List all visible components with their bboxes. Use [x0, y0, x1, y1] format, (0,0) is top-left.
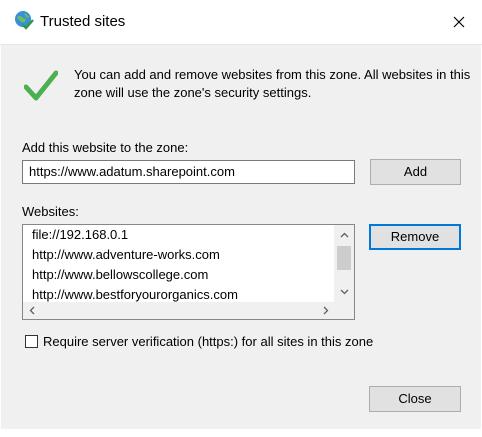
chevron-down-icon: [340, 289, 348, 295]
list-item[interactable]: http://www.adventure-works.com: [23, 245, 335, 265]
scroll-up-button[interactable]: [334, 225, 354, 245]
https-verification-label[interactable]: Require server verification (https:) for…: [43, 334, 373, 349]
window-close-button[interactable]: [436, 0, 482, 44]
scroll-left-button[interactable]: [23, 302, 41, 319]
vertical-scroll-thumb[interactable]: [337, 246, 351, 270]
dialog-title: Trusted sites: [40, 13, 126, 30]
info-text: You can add and remove websites from thi…: [74, 67, 471, 100]
website-url-input[interactable]: https://www.adatum.sharepoint.com: [22, 160, 355, 184]
scroll-right-button[interactable]: [317, 302, 335, 319]
close-icon: [453, 16, 465, 28]
websites-label: Websites:: [22, 204, 79, 219]
globe-checkmark-icon: [15, 11, 34, 30]
chevron-left-icon: [29, 306, 35, 315]
vertical-scrollbar[interactable]: [334, 225, 354, 303]
title-bar: Trusted sites: [0, 0, 482, 45]
https-verification-checkbox[interactable]: [25, 335, 38, 348]
list-item[interactable]: file://192.168.0.1: [23, 225, 335, 245]
remove-button[interactable]: Remove: [369, 224, 461, 250]
scroll-down-button[interactable]: [334, 282, 354, 302]
list-item[interactable]: http://www.bestforyourorganics.com: [23, 285, 335, 303]
chevron-right-icon: [323, 306, 329, 315]
chevron-up-icon: [340, 232, 348, 238]
list-item[interactable]: http://www.bellowscollege.com: [23, 265, 335, 285]
scroll-corner: [334, 302, 354, 319]
green-checkmark-icon: [24, 70, 58, 101]
add-button[interactable]: Add: [370, 159, 461, 185]
horizontal-scrollbar[interactable]: [23, 302, 335, 319]
close-button[interactable]: Close: [369, 386, 461, 412]
websites-list[interactable]: file://192.168.0.1 http://www.adventure-…: [22, 224, 355, 320]
add-site-label: Add this website to the zone:: [22, 140, 189, 155]
